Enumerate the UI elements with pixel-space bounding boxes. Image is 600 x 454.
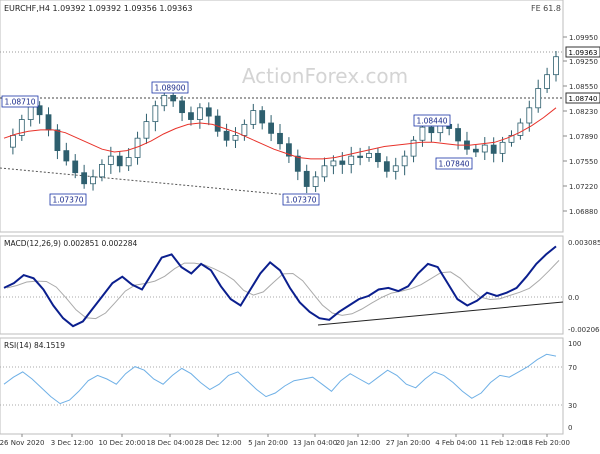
macd-tick-label: -0.002064 (568, 326, 600, 334)
candle-body (99, 164, 105, 178)
macd-tick-label: 0.0 (568, 294, 579, 302)
candle-body (383, 161, 390, 172)
price-annotation-label: 1.07370 (285, 196, 316, 205)
candle-body (428, 126, 435, 134)
time-tick-label: 13 Jan 04:00 (293, 439, 337, 447)
price-tick-label: 1.07220 (569, 183, 598, 191)
price-tick-label: 1.07550 (569, 158, 598, 166)
candle-body (143, 121, 150, 139)
candle-body (125, 157, 132, 167)
price-tick-label: 1.09950 (569, 34, 598, 42)
candle-body (321, 165, 328, 178)
time-tick-label: 28 Dec 12:00 (194, 439, 241, 447)
candle-body (490, 144, 497, 154)
price-annotation-label: 1.08440 (416, 117, 447, 126)
candle-body (455, 128, 461, 142)
candle-body (339, 160, 346, 165)
candle-body (366, 152, 372, 158)
candle-body (330, 160, 337, 167)
candle-body (241, 123, 248, 136)
candle-body (45, 114, 52, 131)
time-tick-label: 20 Jan 12:00 (336, 439, 380, 447)
time-tick-label: 26 Nov 2020 (0, 439, 44, 447)
time-tick-label: 10 Dec 20:00 (98, 439, 145, 447)
price-annotation-label: 1.07370 (52, 196, 83, 205)
candle-body (544, 74, 550, 89)
time-tick-label: 4 Feb 04:00 (435, 439, 476, 447)
candle-body (63, 150, 70, 162)
rsi-tick-label: 70 (568, 364, 577, 372)
chart-svg: EURCHF,H4 1.09392 1.09392 1.09356 1.0936… (0, 0, 600, 450)
candle-body (401, 155, 408, 167)
candle-body (250, 110, 257, 125)
candle-body (392, 165, 399, 172)
rsi-tick-label: 0 (568, 424, 572, 432)
candle-body (303, 170, 310, 187)
candle-body (526, 107, 533, 124)
candle-body (54, 129, 61, 152)
candle-body (375, 152, 381, 163)
time-tick-label: 18 Dec 04:00 (146, 439, 193, 447)
candle-body (116, 155, 123, 167)
time-tick-label: 11 Feb 12:00 (480, 439, 526, 447)
candle-body (205, 107, 212, 117)
price-tick-label: 1.08230 (569, 108, 598, 116)
candle-body (419, 126, 426, 141)
time-tick-label: 5 Jan 20:00 (248, 439, 288, 447)
time-tick-label: 27 Jan 20:00 (386, 439, 430, 447)
watermark: ActionForex.com (242, 64, 408, 88)
candle-body (161, 94, 168, 107)
time-tick-label: 18 Feb 20:00 (524, 439, 570, 447)
price-annotation-label: 1.07840 (438, 160, 469, 169)
price-annotation-label: 1.08900 (154, 84, 185, 93)
candle-body (499, 141, 506, 154)
candle-body (10, 135, 16, 148)
candle-body (170, 94, 177, 102)
time-tick-label: 3 Dec 12:00 (51, 439, 94, 447)
candle-body (268, 122, 274, 134)
candle-body (196, 107, 203, 120)
candle-body (179, 100, 185, 114)
candle-body (90, 176, 96, 185)
macd-tick-label: 0.003085 (568, 239, 600, 247)
chart-window: EURCHF,H4 1.09392 1.09392 1.09356 1.0936… (0, 0, 600, 450)
candle-body (294, 155, 301, 172)
candle-body (517, 122, 524, 136)
candle-body (472, 148, 479, 153)
symbol-line: EURCHF,H4 1.09392 1.09392 1.09356 1.0936… (4, 4, 192, 13)
candle-body (312, 176, 319, 187)
candle-body (107, 155, 114, 165)
price-tick-label: 1.06880 (569, 208, 598, 216)
candle-body (259, 110, 266, 124)
current-price-text: 1.09363 (569, 49, 598, 57)
candle-body (481, 144, 488, 153)
candle-body (27, 105, 34, 120)
candle-body (535, 88, 542, 109)
candle-body (232, 135, 239, 141)
candle-body (72, 160, 79, 174)
price-tick-label: 1.07890 (569, 133, 598, 141)
candle-body (553, 56, 559, 76)
candle-body (81, 172, 88, 185)
candle-body (188, 112, 194, 120)
candle-body (223, 130, 230, 141)
candle-body (348, 155, 355, 165)
candle-body (214, 115, 221, 132)
rsi-tick-label: 30 (568, 402, 577, 410)
candle-body (277, 132, 283, 145)
price-tick-label: 1.08550 (569, 83, 598, 91)
fe-label: FE 61.8 (531, 4, 561, 13)
rsi-title: RSI(14) 84.1519 (4, 341, 65, 350)
price-annotation-label: 1.08710 (4, 98, 35, 107)
candle-body (357, 155, 364, 158)
macd-title: MACD(12,26,9) 0.002851 0.002284 (4, 239, 138, 248)
rsi-tick-label: 100 (568, 340, 581, 348)
candle-body (152, 105, 159, 123)
level-price-text: 1.08740 (569, 95, 598, 103)
price-tick-label: 1.09250 (569, 58, 598, 66)
